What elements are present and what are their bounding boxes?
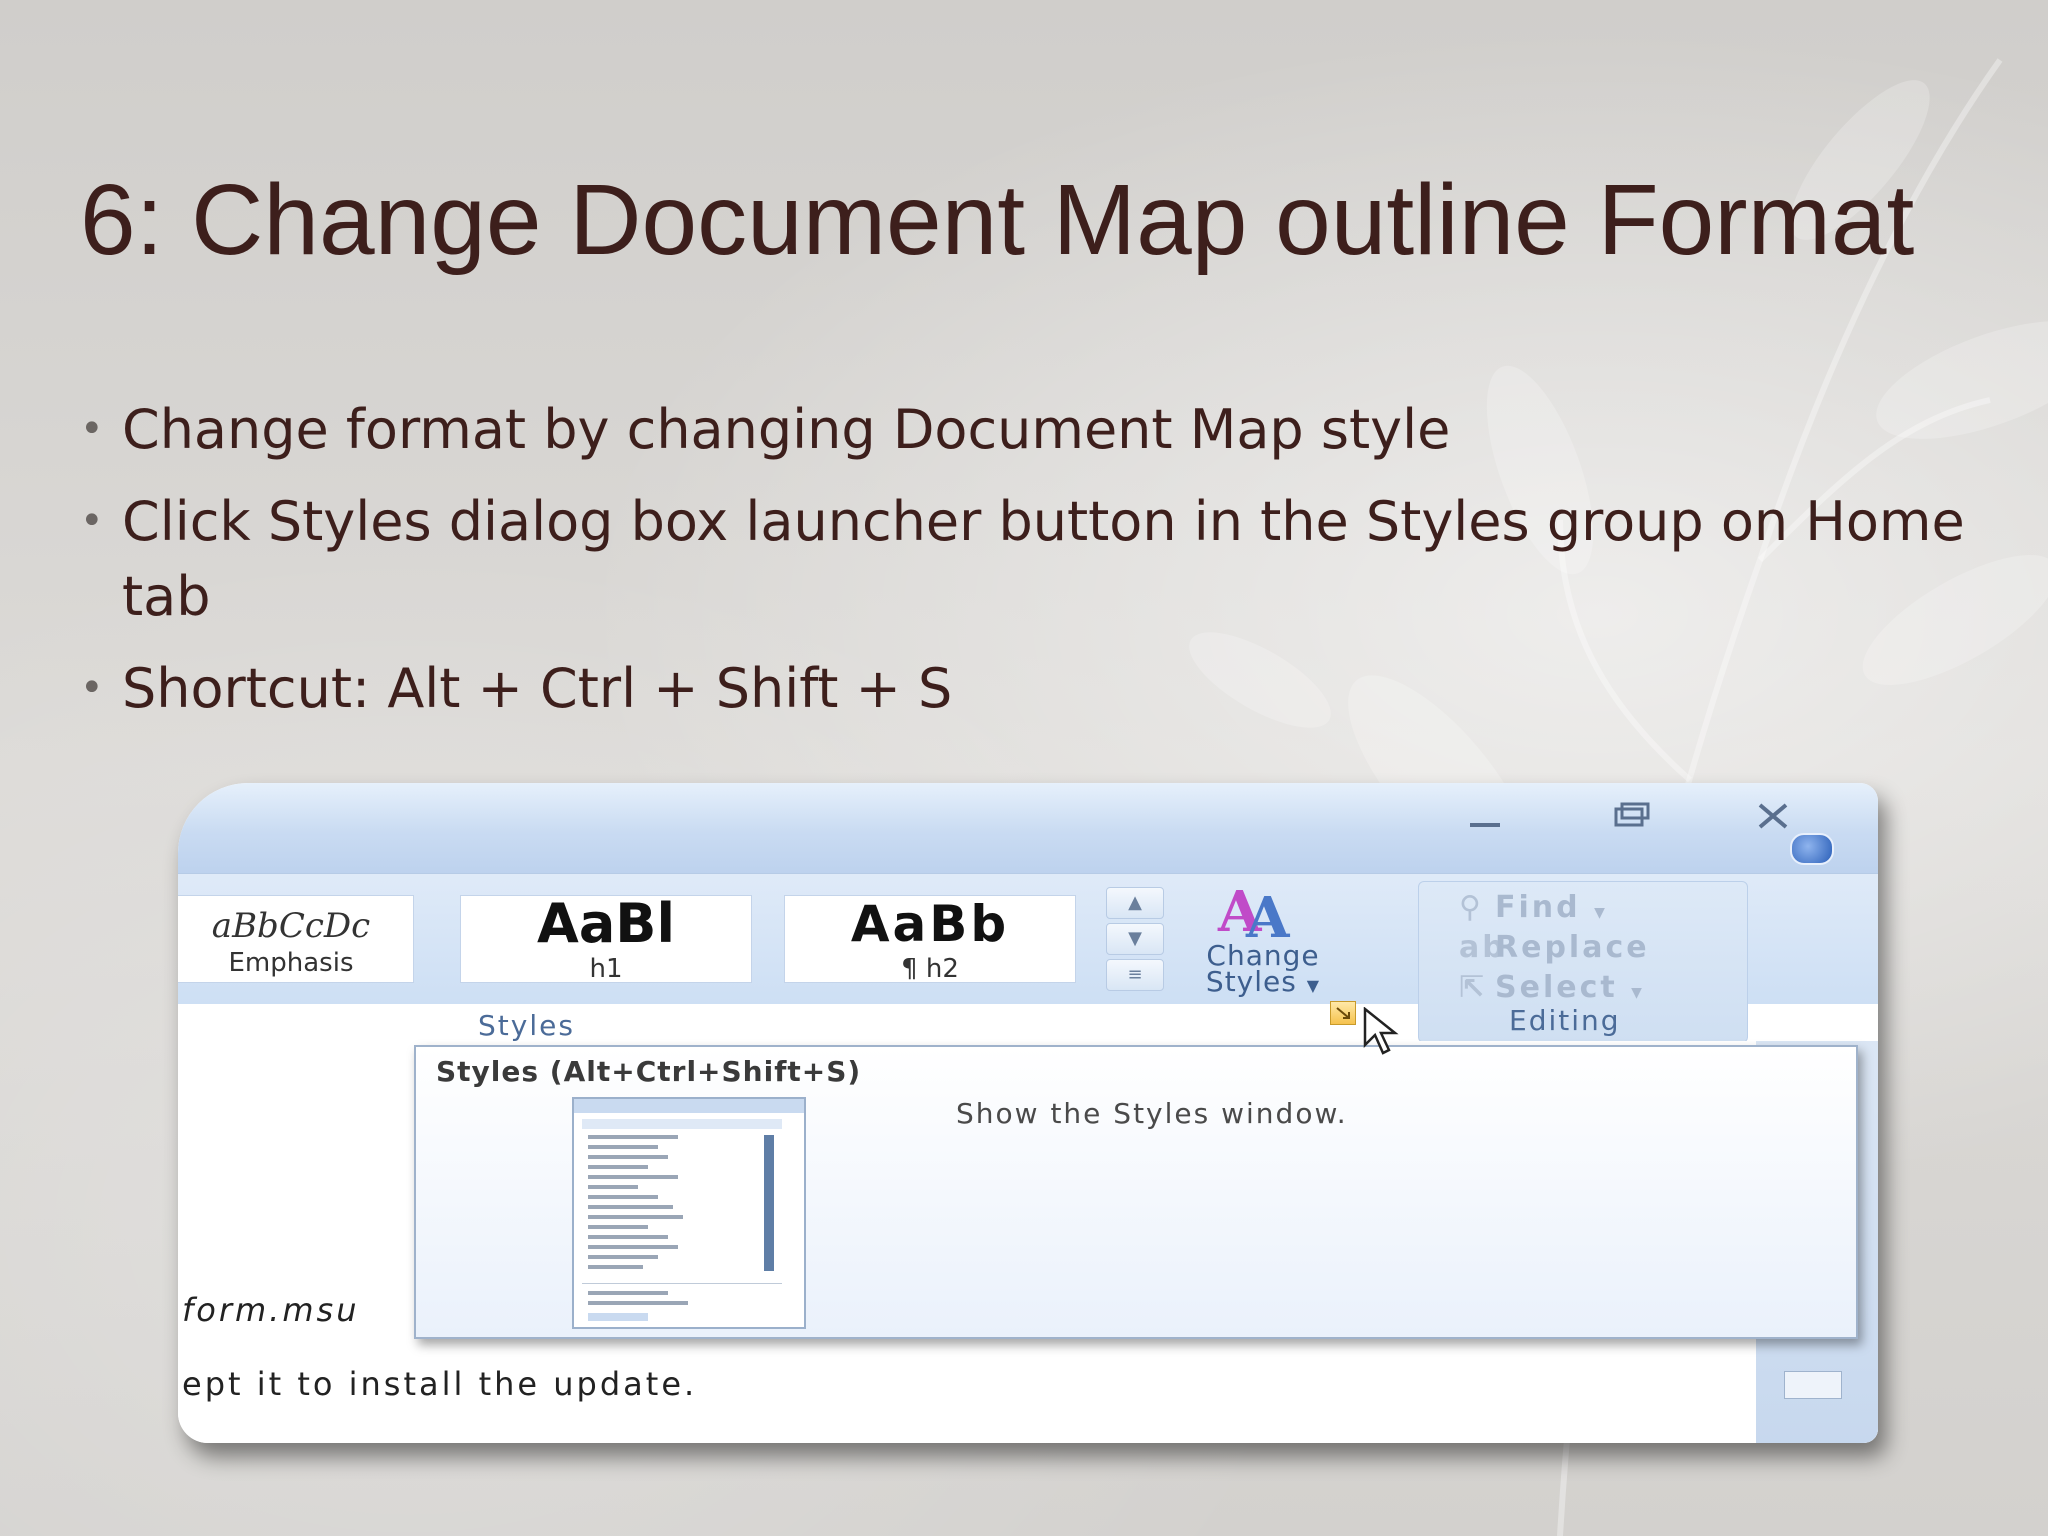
style-emphasis[interactable]: aBbCcDc Emphasis: [178, 895, 414, 983]
editing-group-label: Editing: [1509, 1004, 1621, 1037]
find-button[interactable]: ⚲ Find ▼: [1459, 890, 1608, 925]
gallery-more[interactable]: ≡: [1106, 959, 1164, 991]
bullet-item: • Click Styles dialog box launcher butto…: [80, 484, 1980, 634]
bullet-item: • Change format by changing Document Map…: [80, 392, 1980, 467]
minimize-icon: [1470, 823, 1500, 827]
style-name: h1: [589, 954, 623, 983]
bullet-marker: •: [80, 498, 104, 544]
close-icon: [1758, 803, 1788, 829]
style-sample: aBbCcDc: [211, 906, 371, 946]
change-styles-label-2: Styles: [1205, 965, 1297, 998]
styles-pane-thumbnail: [572, 1097, 806, 1329]
style-sample: AaBb: [850, 895, 1010, 953]
replace-icon: ab: [1459, 930, 1507, 965]
chevron-down-icon: ▼: [1128, 928, 1142, 949]
scroll-thumb-icon[interactable]: [1784, 1371, 1842, 1399]
bullet-marker: •: [80, 406, 104, 452]
dropdown-arrow-icon: ▼: [1306, 976, 1321, 995]
help-icon[interactable]: [1790, 833, 1834, 865]
tooltip-description: Show the Styles window.: [956, 1097, 1348, 1130]
bullet-item: • Shortcut: Alt + Ctrl + Shift + S: [80, 651, 1980, 726]
change-styles-button[interactable]: A A Change Styles ▼: [1178, 879, 1348, 1009]
styles-dialog-launcher-button[interactable]: [1330, 1001, 1356, 1025]
style-name: ¶ h2: [901, 954, 959, 983]
styles-tooltip: Styles (Alt+Ctrl+Shift+S) Show the Style…: [414, 1045, 1858, 1339]
replace-label: Replace: [1495, 930, 1650, 965]
bullet-text: Click Styles dialog box launcher button …: [122, 490, 1965, 628]
style-name: Emphasis: [228, 948, 354, 978]
bullet-text: Shortcut: Alt + Ctrl + Shift + S: [122, 657, 953, 720]
bullet-marker: •: [80, 665, 104, 711]
close-button[interactable]: [1748, 801, 1798, 831]
more-icon: ≡: [1127, 964, 1143, 985]
slide-title: 6: Change Document Map outline Format: [80, 164, 1915, 276]
style-h1[interactable]: AaBl h1: [460, 895, 752, 983]
restore-icon: [1614, 802, 1650, 827]
change-styles-icon: A A: [1217, 879, 1291, 951]
dropdown-arrow-icon: ▼: [1631, 985, 1645, 1001]
word-screenshot: aBbCcDc Emphasis AaBl h1 AaBb ¶ h2 ▲ ▼ ≡…: [178, 783, 1878, 1443]
select-label: Select: [1495, 970, 1618, 1005]
minimize-button[interactable]: [1460, 801, 1510, 831]
find-label: Find: [1495, 890, 1581, 925]
document-line: form.msu: [182, 1291, 360, 1329]
launcher-icon: [1336, 1007, 1350, 1019]
window-titlebar: [178, 783, 1878, 873]
editing-group: ⚲ Find ▼ abReplace ⇱ Select ▼ Editing: [1418, 881, 1748, 1043]
tooltip-title: Styles (Alt+Ctrl+Shift+S): [436, 1055, 862, 1088]
style-h2[interactable]: AaBb ¶ h2: [784, 895, 1076, 983]
svg-text:A: A: [1245, 885, 1291, 939]
gallery-scroll-down[interactable]: ▼: [1106, 923, 1164, 955]
select-arrow-icon: ⇱: [1459, 970, 1488, 1005]
replace-button[interactable]: abReplace: [1459, 930, 1650, 965]
select-button[interactable]: ⇱ Select ▼: [1459, 970, 1645, 1005]
document-line: ept it to install the update.: [182, 1365, 698, 1403]
restore-button[interactable]: [1606, 801, 1656, 831]
dropdown-arrow-icon: ▼: [1594, 905, 1608, 921]
chevron-up-icon: ▲: [1128, 892, 1142, 913]
gallery-scroll-up[interactable]: ▲: [1106, 887, 1164, 919]
styles-pane-preview-icon: [574, 1099, 804, 1321]
bullet-list: • Change format by changing Document Map…: [80, 392, 1980, 743]
bullet-text: Change format by changing Document Map s…: [122, 398, 1451, 461]
mouse-pointer-icon: [1361, 1006, 1411, 1061]
styles-group-label: Styles: [478, 1009, 575, 1042]
style-sample: AaBl: [537, 895, 675, 955]
binoculars-icon: ⚲: [1459, 890, 1484, 925]
